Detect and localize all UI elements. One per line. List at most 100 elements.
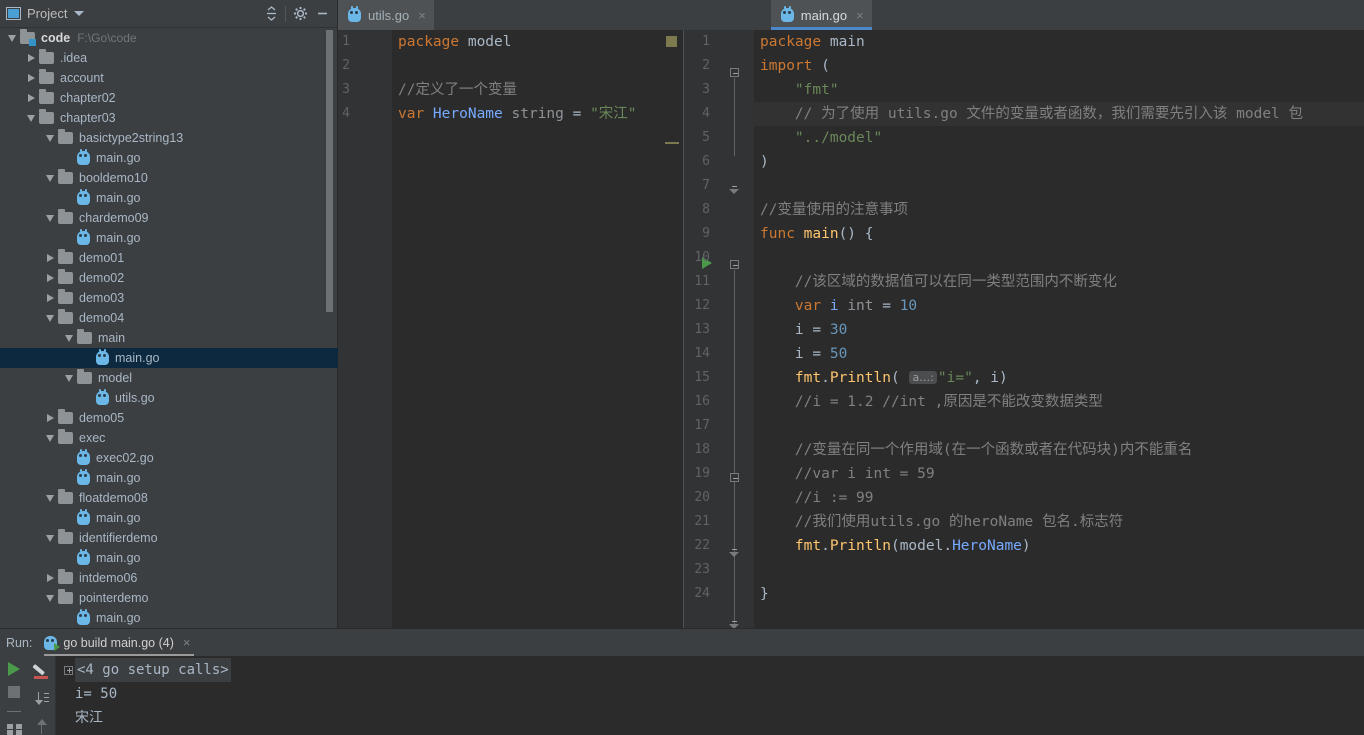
code-line[interactable]: //变量使用的注意事项 [754,198,1364,222]
code-line[interactable]: // 为了使用 utils.go 文件的变量或者函数，我们需要先引入该 mode… [754,102,1364,126]
close-icon[interactable]: × [418,9,426,22]
editor-tab-main-go[interactable]: main.go × [770,0,872,30]
code-line[interactable]: import ( [754,54,1364,78]
fold-marker-func-end[interactable] [729,617,739,628]
stop-icon[interactable] [4,686,24,698]
minimize-icon[interactable] [311,3,333,25]
code-line[interactable]: var i int = 10 [754,294,1364,318]
editor-pane-main-go[interactable]: 1 2 3 4 5 6 7 8 9 10 11 12 13 14 15 16 17 18 19 20 21 22 23 24 … [684,30,1364,628]
gear-icon[interactable] [289,3,311,25]
fold-marker-block-21[interactable] [729,545,739,557]
tree-item-main-go[interactable]: main.go [0,468,338,488]
tree-item-account[interactable]: account [0,68,338,88]
tree-item-demo02[interactable]: demo02 [0,268,338,288]
tree-item-main-go[interactable]: main.go [0,348,338,368]
gutter-right[interactable]: 1 2 3 4 5 6 7 8 9 10 11 12 13 14 15 16 17 18 19 20 21 22 23 24 [684,30,754,628]
tree-item-main-go[interactable]: main.go [0,548,338,568]
code-line[interactable]: //变量在同一个作用域(在一个函数或者在代码块)内不能重名 [754,438,1364,462]
tree-item-chapter03[interactable]: chapter03 [0,108,338,128]
code-line[interactable]: package model [392,30,683,54]
chevron-down-icon[interactable] [74,11,85,16]
code-line[interactable]: i = 30 [754,318,1364,342]
code-line[interactable]: //var i int = 59 [754,462,1364,486]
close-icon[interactable]: × [183,635,191,650]
tree-item-demo04[interactable]: demo04 [0,308,338,328]
chevron-down-icon[interactable] [42,590,58,606]
tree-item-model[interactable]: model [0,368,338,388]
chevron-down-icon[interactable] [4,30,20,46]
code-line[interactable] [754,246,1364,270]
tree-item-main-go[interactable]: main.go [0,228,338,248]
chevron-right-icon[interactable] [23,50,39,66]
tree-item-demo05[interactable]: demo05 [0,408,338,428]
tree-item-main-go[interactable]: main.go [0,608,338,628]
code-line[interactable] [754,414,1364,438]
tree-item-demo03[interactable]: demo03 [0,288,338,308]
code-line[interactable]: i = 50 [754,342,1364,366]
fold-marker-import-end[interactable] [729,182,739,194]
project-tree-scrollbar[interactable] [326,30,333,312]
tree-item-chapter02[interactable]: chapter02 [0,88,338,108]
code-line[interactable]: fmt.Println(model.HeroName) [754,534,1364,558]
code-line[interactable]: //定义了一个变量 [392,78,683,102]
code-line[interactable] [754,174,1364,198]
editor-tab-utils-go[interactable]: utils.go × [338,0,434,30]
chevron-right-icon[interactable] [23,70,39,86]
editor-pane-utils-go[interactable]: 1 2 3 4 package model //定义了一个变量 var HeroName… [338,30,684,628]
code-line[interactable]: //i := 99 [754,486,1364,510]
code-line[interactable]: "../model" [754,126,1364,150]
tree-item--idea[interactable]: .idea [0,48,338,68]
code-line[interactable]: } [754,582,1364,606]
code-line[interactable]: //该区域的数据值可以在同一类型范围内不断变化 [754,270,1364,294]
highlight-pen-icon[interactable] [32,662,52,680]
chevron-down-icon[interactable] [23,110,39,126]
run-configuration-tab[interactable]: go build main.go (4) × [40,629,198,656]
layout-icon[interactable] [4,724,24,735]
tree-item-main[interactable]: main [0,328,338,348]
chevron-right-icon[interactable] [42,410,58,426]
code-line[interactable] [754,558,1364,582]
tree-item-chardemo09[interactable]: chardemo09 [0,208,338,228]
chevron-right-icon[interactable] [23,90,39,106]
gutter-left[interactable]: 1 2 3 4 [338,30,392,628]
code-content-left[interactable]: package model //定义了一个变量 var HeroName stri… [392,30,683,628]
tree-item-pointerdemo[interactable]: pointerdemo [0,588,338,608]
soft-wrap-icon[interactable] [32,690,52,708]
chevron-down-icon[interactable] [42,170,58,186]
code-line[interactable]: "fmt" [754,78,1364,102]
scroll-up-icon[interactable] [32,717,52,735]
tree-item-main-go[interactable]: main.go [0,148,338,168]
project-tree[interactable]: code F:\Go\code .idea account chapter02 chapt… [0,28,338,628]
close-icon[interactable]: × [856,9,864,22]
console-output[interactable]: <4 go setup calls> i= 50 宋江 [56,656,1364,735]
code-line[interactable]: func main() { [754,222,1364,246]
tree-item-main-go[interactable]: main.go [0,188,338,208]
tree-item-exec02-go[interactable]: exec02.go [0,448,338,468]
chevron-right-icon[interactable] [42,250,58,266]
chevron-down-icon[interactable] [42,530,58,546]
tree-item-floatdemo08[interactable]: floatdemo08 [0,488,338,508]
code-content-right[interactable]: package main import ( "fmt" // 为了使用 utils… [754,30,1364,628]
tree-item-basictype2string13[interactable]: basictype2string13 [0,128,338,148]
tree-item-code[interactable]: code F:\Go\code [0,28,338,48]
chevron-down-icon[interactable] [42,430,58,446]
chevron-down-icon[interactable] [42,490,58,506]
code-line[interactable]: ) [754,150,1364,174]
fold-marker-block-18[interactable] [730,473,739,482]
fold-marker-func-main[interactable] [730,260,739,269]
code-line[interactable]: //我们使用utils.go 的heroName 包名.标志符 [754,510,1364,534]
code-line[interactable]: fmt.Println( a…: "i=", i) [754,366,1364,390]
chevron-down-icon[interactable] [42,130,58,146]
code-line[interactable]: //i = 1.2 //int ,原因是不能改变数据类型 [754,390,1364,414]
tree-item-demo01[interactable]: demo01 [0,248,338,268]
console-fold-toggle[interactable] [64,665,73,675]
code-line[interactable] [392,54,683,78]
collapse-all-icon[interactable] [260,3,282,25]
chevron-down-icon[interactable] [42,310,58,326]
chevron-right-icon[interactable] [42,570,58,586]
run-icon[interactable] [4,662,24,676]
tree-item-intdemo06[interactable]: intdemo06 [0,568,338,588]
chevron-right-icon[interactable] [42,270,58,286]
tree-item-exec[interactable]: exec [0,428,338,448]
chevron-down-icon[interactable] [42,210,58,226]
